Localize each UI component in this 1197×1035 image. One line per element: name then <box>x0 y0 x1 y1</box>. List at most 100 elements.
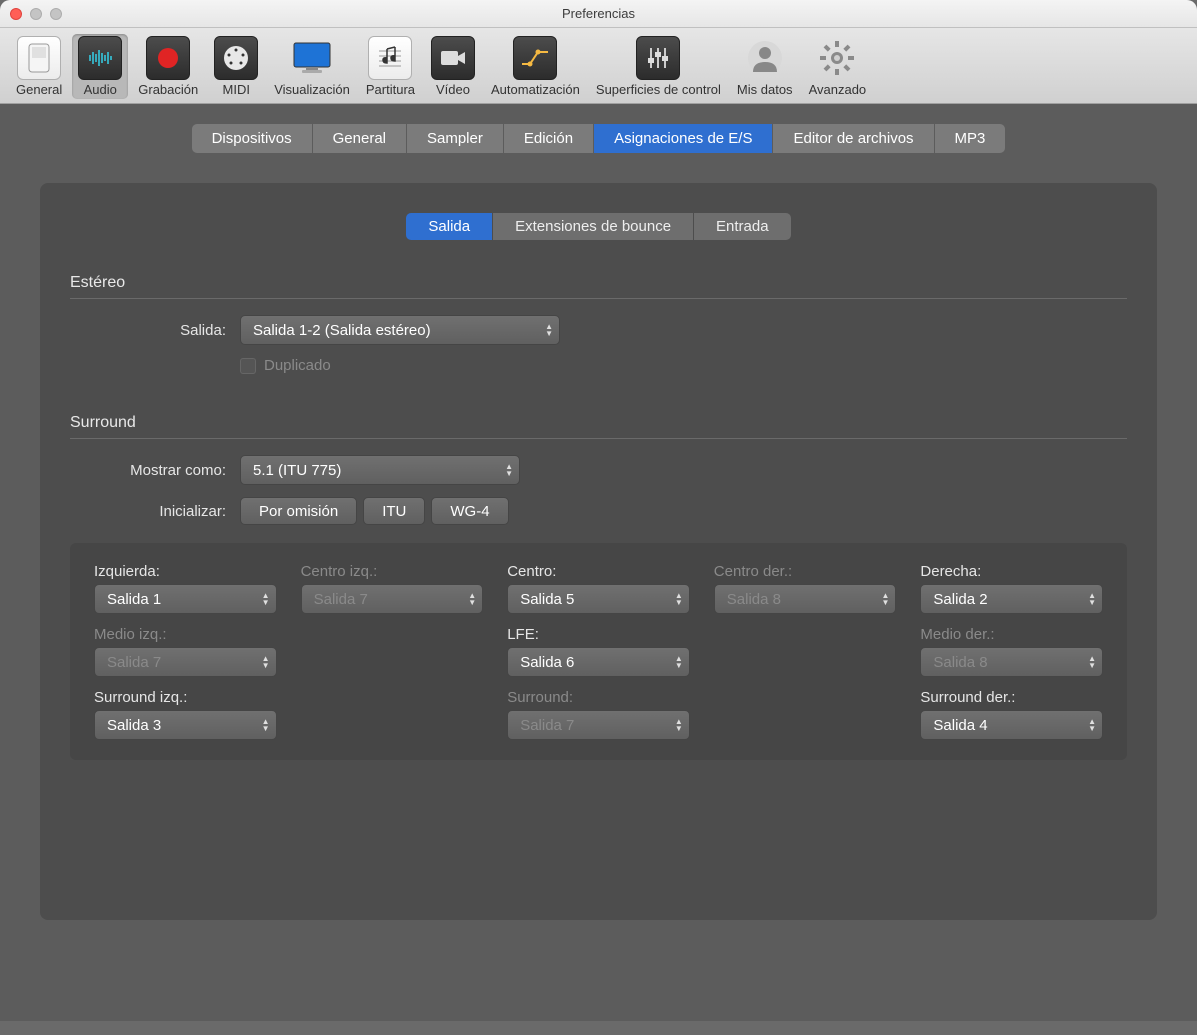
section-stereo-title: Estéreo <box>70 274 1127 299</box>
toolbar-item-label: Superficies de control <box>596 82 721 97</box>
tab-salida[interactable]: Salida <box>406 213 493 240</box>
surround-left-popup[interactable]: Salida 3▲▼ <box>94 710 277 740</box>
faders-icon <box>636 36 680 80</box>
center-label: Centro: <box>507 563 690 580</box>
updown-icon: ▲▼ <box>505 463 513 477</box>
toolbar-item-label: Grabación <box>138 82 198 97</box>
center-left-label: Centro izq.: <box>301 563 484 580</box>
toolbar-item-label: General <box>16 82 62 97</box>
toolbar-item-label: Audio <box>84 82 117 97</box>
lfe-popup[interactable]: Salida 6▲▼ <box>507 647 690 677</box>
gear-icon <box>815 36 859 80</box>
init-default-button[interactable]: Por omisión <box>240 497 357 525</box>
toolbar-item-display[interactable]: Visualización <box>268 34 356 99</box>
toolbar-item-my-info[interactable]: Mis datos <box>731 34 799 99</box>
toolbar-item-label: Vídeo <box>436 82 470 97</box>
toolbar-item-label: Visualización <box>274 82 350 97</box>
updown-icon: ▲▼ <box>675 655 683 669</box>
toolbar-item-midi[interactable]: MIDI <box>208 34 264 99</box>
updown-icon: ▲▼ <box>1088 592 1096 606</box>
display-icon <box>290 36 334 80</box>
stereo-output-value: Salida 1-2 (Salida estéreo) <box>253 322 431 339</box>
toolbar-item-general[interactable]: General <box>10 34 68 99</box>
tab-dispositivos[interactable]: Dispositivos <box>192 124 313 153</box>
updown-icon: ▲▼ <box>1088 655 1096 669</box>
tab-mp3[interactable]: MP3 <box>935 124 1006 153</box>
section-surround-title: Surround <box>70 414 1127 439</box>
automation-icon <box>513 36 557 80</box>
toolbar-item-control-surfaces[interactable]: Superficies de control <box>590 34 727 99</box>
tab-io-assignments[interactable]: Asignaciones de E/S <box>594 124 773 153</box>
tab-entrada[interactable]: Entrada <box>694 213 791 240</box>
audio-subtabs: Dispositivos General Sampler Edición Asi… <box>192 124 1006 153</box>
surround-right-popup[interactable]: Salida 4▲▼ <box>920 710 1103 740</box>
preferences-window: Preferencias General Audio Grabación <box>0 0 1197 1035</box>
right-popup[interactable]: Salida 2▲▼ <box>920 584 1103 614</box>
io-panel: Salida Extensiones de bounce Entrada Est… <box>40 183 1157 920</box>
toolbar-item-score[interactable]: Partitura <box>360 34 421 99</box>
initialize-buttons: Por omisión ITU WG-4 <box>240 497 509 525</box>
tab-general[interactable]: General <box>313 124 407 153</box>
video-icon <box>431 36 475 80</box>
show-as-label: Mostrar como: <box>70 462 240 479</box>
mid-left-popup: Salida 7▲▼ <box>94 647 277 677</box>
center-popup[interactable]: Salida 5▲▼ <box>507 584 690 614</box>
tab-bounce-extensions[interactable]: Extensiones de bounce <box>493 213 694 240</box>
toolbar-item-automation[interactable]: Automatización <box>485 34 586 99</box>
mid-left-label: Medio izq.: <box>94 626 277 643</box>
toolbar-item-recording[interactable]: Grabación <box>132 34 204 99</box>
mid-right-popup: Salida 8▲▼ <box>920 647 1103 677</box>
toolbar-item-label: Mis datos <box>737 82 793 97</box>
updown-icon: ▲▼ <box>675 592 683 606</box>
left-popup[interactable]: Salida 1▲▼ <box>94 584 277 614</box>
toolbar-item-advanced[interactable]: Avanzado <box>803 34 873 99</box>
score-icon <box>368 36 412 80</box>
toolbar: General Audio Grabación MIDI Visualizaci <box>0 28 1197 104</box>
switch-icon <box>17 36 61 80</box>
init-wg4-button[interactable]: WG-4 <box>431 497 508 525</box>
updown-icon: ▲▼ <box>1088 718 1096 732</box>
center-right-label: Centro der.: <box>714 563 897 580</box>
toolbar-item-label: MIDI <box>223 82 250 97</box>
record-icon <box>146 36 190 80</box>
updown-icon: ▲▼ <box>468 592 476 606</box>
person-icon <box>743 36 787 80</box>
content-area: Dispositivos General Sampler Edición Asi… <box>0 104 1197 1021</box>
toolbar-item-label: Partitura <box>366 82 415 97</box>
stereo-output-label: Salida: <box>70 322 240 339</box>
toolbar-item-video[interactable]: Vídeo <box>425 34 481 99</box>
updown-icon: ▲▼ <box>675 718 683 732</box>
left-label: Izquierda: <box>94 563 277 580</box>
initialize-label: Inicializar: <box>70 503 240 520</box>
tab-edicion[interactable]: Edición <box>504 124 594 153</box>
center-right-popup: Salida 8▲▼ <box>714 584 897 614</box>
surround-center-popup: Salida 7▲▼ <box>507 710 690 740</box>
right-label: Derecha: <box>920 563 1103 580</box>
stereo-output-popup[interactable]: Salida 1-2 (Salida estéreo) ▲▼ <box>240 315 560 345</box>
toolbar-item-audio[interactable]: Audio <box>72 34 128 99</box>
show-as-popup[interactable]: 5.1 (ITU 775) ▲▼ <box>240 455 520 485</box>
mirror-checkbox[interactable] <box>240 358 256 374</box>
updown-icon: ▲▼ <box>262 592 270 606</box>
show-as-value: 5.1 (ITU 775) <box>253 462 341 479</box>
window-title: Preferencias <box>0 6 1197 21</box>
updown-icon: ▲▼ <box>545 323 553 337</box>
tab-sampler[interactable]: Sampler <box>407 124 504 153</box>
init-itu-button[interactable]: ITU <box>363 497 425 525</box>
updown-icon: ▲▼ <box>881 592 889 606</box>
io-mode-tabs: Salida Extensiones de bounce Entrada <box>406 213 790 240</box>
updown-icon: ▲▼ <box>262 655 270 669</box>
toolbar-item-label: Avanzado <box>809 82 867 97</box>
mirror-label: Duplicado <box>264 357 331 374</box>
mid-right-label: Medio der.: <box>920 626 1103 643</box>
surround-center-label: Surround: <box>507 689 690 706</box>
surround-left-label: Surround izq.: <box>94 689 277 706</box>
lfe-label: LFE: <box>507 626 690 643</box>
updown-icon: ▲▼ <box>262 718 270 732</box>
titlebar: Preferencias <box>0 0 1197 28</box>
midi-icon <box>214 36 258 80</box>
toolbar-item-label: Automatización <box>491 82 580 97</box>
tab-file-editor[interactable]: Editor de archivos <box>773 124 934 153</box>
surround-right-label: Surround der.: <box>920 689 1103 706</box>
waveform-icon <box>78 36 122 80</box>
